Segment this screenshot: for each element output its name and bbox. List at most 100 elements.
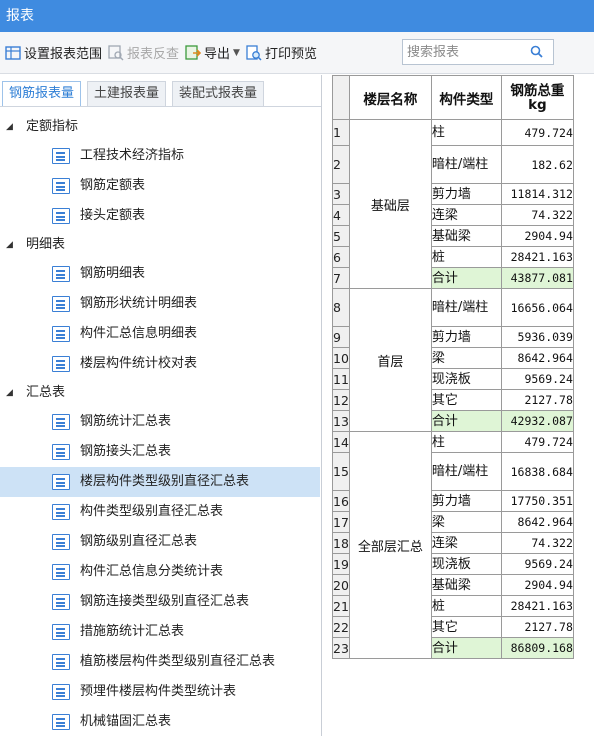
report-doc-icon (52, 356, 70, 372)
report-search-input[interactable] (403, 41, 523, 63)
rebar-weight-header[interactable]: 钢筋总重 kg (500, 75, 574, 120)
component-type-cell[interactable]: 剪力墙 (430, 183, 502, 205)
component-type-cell[interactable]: 连梁 (430, 532, 502, 554)
weight-cell[interactable]: 17750.351 (500, 490, 574, 512)
floor-cell[interactable]: 全部层汇总 (348, 431, 432, 659)
tree-item-report[interactable]: 接头定额表 (0, 201, 320, 231)
component-type-cell[interactable]: 桩 (430, 246, 502, 268)
floor-name-header[interactable]: 楼层名称 (348, 75, 432, 120)
report-table: 楼层名称 构件类型 钢筋总重 kg 1 基础层 柱 479.724 2 暗柱/端… (332, 75, 574, 659)
tree-item-report[interactable]: 预埋件楼层构件类型统计表 (0, 677, 320, 707)
report-search-box[interactable] (402, 39, 554, 65)
tree-item-report[interactable]: 钢筋统计汇总表 (0, 407, 320, 437)
subtotal-label-cell[interactable]: 合计 (430, 637, 502, 659)
tree-item-report[interactable]: 构件汇总信息分类统计表 (0, 557, 320, 587)
print-preview-label: 打印预览 (264, 47, 317, 62)
weight-cell[interactable]: 16838.684 (500, 452, 574, 491)
report-tree: ◢ 定额指标 工程技术经济指标 钢筋定额表 接头定额表 ◢ 明细表 钢筋明细表 … (0, 113, 320, 737)
export-button[interactable]: 导出 ▼ (182, 40, 243, 66)
tree-item-report[interactable]: 钢筋形状统计明细表 (0, 289, 320, 319)
weight-cell[interactable]: 8642.964 (500, 511, 574, 533)
tree-group-detail[interactable]: ◢ 明细表 (0, 231, 320, 259)
weight-cell[interactable]: 479.724 (500, 119, 574, 146)
tree-item-report[interactable]: 楼层构件统计校对表 (0, 349, 320, 379)
row-number: 9 (332, 326, 350, 348)
weight-cell[interactable]: 8642.964 (500, 347, 574, 369)
subtotal-weight-cell[interactable]: 42932.087 (500, 410, 574, 432)
component-type-cell[interactable]: 梁 (430, 347, 502, 369)
weight-cell[interactable]: 2127.78 (500, 616, 574, 638)
tree-item-label: 构件汇总信息明细表 (80, 326, 198, 341)
floor-cell[interactable]: 首层 (348, 288, 432, 432)
tree-item-report[interactable]: 钢筋定额表 (0, 171, 320, 201)
tree-item-report[interactable]: 措施筋统计汇总表 (0, 617, 320, 647)
component-type-cell[interactable]: 其它 (430, 389, 502, 411)
collapse-arrow-icon[interactable]: ◢ (6, 379, 13, 407)
component-type-cell[interactable]: 基础梁 (430, 574, 502, 596)
tree-item-report[interactable]: 钢筋级别直径汇总表 (0, 527, 320, 557)
weight-cell[interactable]: 74.322 (500, 532, 574, 554)
component-type-cell[interactable]: 柱 (430, 431, 502, 453)
component-type-cell[interactable]: 暗柱/端柱 (430, 288, 502, 327)
weight-cell[interactable]: 16656.064 (500, 288, 574, 327)
component-type-cell[interactable]: 剪力墙 (430, 490, 502, 512)
tree-item-report[interactable]: 构件汇总信息明细表 (0, 319, 320, 349)
tree-item-report[interactable]: 工程技术经济指标 (0, 141, 320, 171)
tree-item-report[interactable]: 构件类型级别直径汇总表 (0, 497, 320, 527)
component-type-cell[interactable]: 柱 (430, 119, 502, 146)
component-type-cell[interactable]: 基础梁 (430, 225, 502, 247)
report-range-icon (5, 45, 21, 61)
weight-cell[interactable]: 2127.78 (500, 389, 574, 411)
report-doc-icon (52, 564, 70, 580)
tree-item-report[interactable]: 机械锚固汇总表 (0, 707, 320, 737)
search-icon[interactable] (529, 44, 545, 60)
collapse-arrow-icon[interactable]: ◢ (6, 113, 13, 141)
weight-cell[interactable]: 2904.94 (500, 574, 574, 596)
print-preview-button[interactable]: 打印预览 (243, 40, 320, 66)
weight-cell[interactable]: 5936.039 (500, 326, 574, 348)
subtotal-weight-cell[interactable]: 86809.168 (500, 637, 574, 659)
weight-cell[interactable]: 9569.24 (500, 368, 574, 390)
component-type-cell[interactable]: 暗柱/端柱 (430, 145, 502, 184)
tree-item-label: 楼层构件类型级别直径汇总表 (80, 474, 250, 489)
weight-cell[interactable]: 182.62 (500, 145, 574, 184)
component-type-cell[interactable]: 其它 (430, 616, 502, 638)
tree-item-report[interactable]: 钢筋连接类型级别直径汇总表 (0, 587, 320, 617)
weight-cell[interactable]: 74.322 (500, 204, 574, 226)
component-type-cell[interactable]: 梁 (430, 511, 502, 533)
tree-item-report-selected[interactable]: 楼层构件类型级别直径汇总表 (0, 467, 320, 497)
subtotal-weight-cell[interactable]: 43877.081 (500, 267, 574, 289)
component-type-cell[interactable]: 桩 (430, 595, 502, 617)
component-type-cell[interactable]: 暗柱/端柱 (430, 452, 502, 491)
weight-cell[interactable]: 2904.94 (500, 225, 574, 247)
component-type-cell[interactable]: 现浇板 (430, 553, 502, 575)
component-type-header[interactable]: 构件类型 (430, 75, 502, 120)
report-doc-icon (52, 414, 70, 430)
weight-cell[interactable]: 11814.312 (500, 183, 574, 205)
tree-group-summary[interactable]: ◢ 汇总表 (0, 379, 320, 407)
component-type-cell[interactable]: 现浇板 (430, 368, 502, 390)
row-number: 18 (332, 532, 350, 554)
weight-cell[interactable]: 479.724 (500, 431, 574, 453)
tab-prefab-report[interactable]: 装配式报表量 (172, 81, 265, 107)
component-type-cell[interactable]: 连梁 (430, 204, 502, 226)
report-doc-icon (52, 684, 70, 700)
component-type-cell[interactable]: 剪力墙 (430, 326, 502, 348)
floor-cell[interactable]: 基础层 (348, 119, 432, 289)
tab-civil-report[interactable]: 土建报表量 (87, 81, 167, 107)
tree-item-report[interactable]: 植筋楼层构件类型级别直径汇总表 (0, 647, 320, 677)
tree-item-report[interactable]: 钢筋接头汇总表 (0, 437, 320, 467)
weight-cell[interactable]: 9569.24 (500, 553, 574, 575)
tree-item-report[interactable]: 钢筋明细表 (0, 259, 320, 289)
report-grid: 楼层名称 构件类型 钢筋总重 kg 1 基础层 柱 479.724 2 暗柱/端… (332, 75, 594, 720)
reverse-check-icon (108, 44, 124, 61)
report-reverse-check-button[interactable]: 报表反查 (105, 40, 182, 66)
tree-group-quota[interactable]: ◢ 定额指标 (0, 113, 320, 141)
subtotal-label-cell[interactable]: 合计 (430, 410, 502, 432)
subtotal-label-cell[interactable]: 合计 (430, 267, 502, 289)
tab-rebar-report[interactable]: 钢筋报表量 (2, 81, 82, 107)
weight-cell[interactable]: 28421.163 (500, 246, 574, 268)
set-report-range-button[interactable]: 设置报表范围 (2, 40, 105, 66)
collapse-arrow-icon[interactable]: ◢ (6, 231, 13, 259)
weight-cell[interactable]: 28421.163 (500, 595, 574, 617)
